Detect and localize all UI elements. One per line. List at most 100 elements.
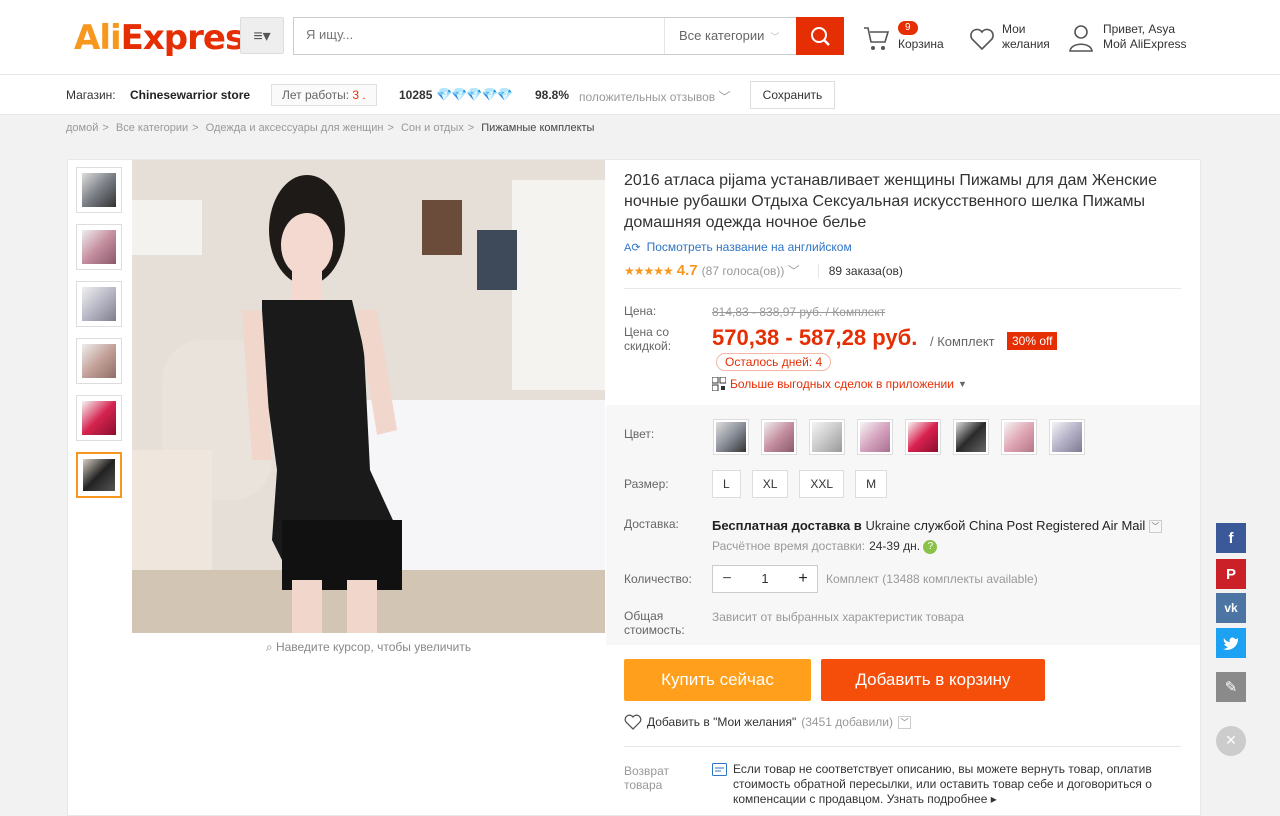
twitter-share-icon[interactable] bbox=[1216, 628, 1246, 658]
search-button[interactable] bbox=[796, 17, 844, 55]
size-options: L XL XXL M bbox=[712, 470, 888, 498]
total-label: Общая стоимость: bbox=[624, 609, 685, 637]
color-swatch-2[interactable] bbox=[761, 419, 797, 455]
add-to-cart-button[interactable]: Добавить в корзину bbox=[821, 659, 1045, 701]
wishlist-label-2: желания bbox=[1002, 37, 1050, 51]
cart-count-badge: 9 bbox=[898, 21, 918, 35]
breadcrumb-pajama-sets[interactable]: Пижамные комплекты bbox=[481, 122, 594, 134]
price-label: Цена: bbox=[624, 304, 657, 318]
color-swatch-8[interactable] bbox=[1049, 419, 1085, 455]
thumbnail-4[interactable] bbox=[76, 338, 122, 384]
quantity-available: Комплект (13488 комплекты available) bbox=[826, 572, 1038, 586]
account-greeting: Привет, Asya bbox=[1103, 22, 1176, 36]
chevron-down-icon[interactable]: ﹀ bbox=[898, 715, 912, 729]
chevron-down-icon: ﹀ bbox=[770, 32, 780, 42]
discount-price-label: Цена со скидкой: bbox=[624, 325, 672, 353]
heart-icon bbox=[970, 28, 994, 51]
category-menu-button[interactable]: ≡▾ bbox=[240, 17, 284, 54]
thumbnail-2[interactable] bbox=[76, 224, 122, 270]
translate-icon: A⟳ bbox=[624, 241, 641, 254]
heart-plus-icon bbox=[624, 714, 642, 730]
main-product-image[interactable] bbox=[132, 160, 605, 633]
quantity-increase-button[interactable]: + bbox=[789, 566, 817, 592]
votes-link[interactable]: (87 голоса(ов)) ﹀ bbox=[702, 262, 800, 279]
breadcrumb: домой > Все категории > Одежда и аксессуар… bbox=[66, 122, 595, 134]
account-link[interactable]: Привет, Asya Мой AliExpress bbox=[1068, 22, 1218, 56]
quantity-stepper: − 1 + bbox=[712, 565, 818, 593]
edit-pencil-icon[interactable]: ✎ bbox=[1216, 672, 1246, 702]
thumbnail-1[interactable] bbox=[76, 167, 122, 213]
category-select[interactable]: Все категории ﹀ bbox=[664, 18, 797, 54]
color-swatch-7[interactable] bbox=[1001, 419, 1037, 455]
breadcrumb-sleep-lounge[interactable]: Сон и отдых bbox=[401, 122, 464, 134]
color-swatch-6[interactable] bbox=[953, 419, 989, 455]
user-icon bbox=[1069, 25, 1093, 52]
thumbnail-5[interactable] bbox=[76, 395, 122, 441]
shipping-country[interactable]: Ukraine bbox=[865, 518, 910, 533]
shipping-info: Бесплатная доставка в Ukraine службой Ch… bbox=[712, 518, 1162, 534]
breadcrumb-all-categories[interactable]: Все категории bbox=[116, 122, 188, 134]
store-name[interactable]: Chinesewarrior store bbox=[130, 88, 250, 102]
search-input[interactable] bbox=[306, 27, 646, 42]
my-aliexpress-label: Мой AliExpress bbox=[1103, 37, 1187, 51]
size-option-m[interactable]: M bbox=[855, 470, 888, 498]
product-photo bbox=[132, 160, 605, 633]
thumbnail-3[interactable] bbox=[76, 281, 122, 327]
zoom-hint: ⌕ Наведите курсор, чтобы увеличить bbox=[265, 640, 472, 654]
breadcrumb-home[interactable]: домой bbox=[66, 122, 98, 134]
translate-title-link[interactable]: A⟳ Посмотреть название на английском bbox=[624, 240, 852, 254]
thumbnail-list bbox=[76, 167, 124, 509]
color-swatch-5[interactable] bbox=[905, 419, 941, 455]
vk-share-icon[interactable]: vk bbox=[1216, 593, 1246, 623]
breadcrumb-women-clothing[interactable]: Одежда и аксессуары для женщин bbox=[206, 122, 384, 134]
qr-code-icon bbox=[712, 377, 726, 391]
quantity-decrease-button[interactable]: − bbox=[713, 566, 741, 592]
top-header: AliExpress™ ≡▾ Все категории﹀ 9 Корзина … bbox=[0, 0, 1280, 75]
discount-price: 570,38 - 587,28 руб. bbox=[712, 325, 918, 350]
returns-policy: Если товар не соответствует описанию, вы… bbox=[733, 762, 1152, 806]
size-option-xl[interactable]: XL bbox=[751, 470, 789, 498]
shipping-dropdown-icon[interactable]: ﹀ bbox=[1148, 520, 1162, 534]
store-bar: Магазин: Chinesewarrior store Лет работы… bbox=[0, 75, 1280, 115]
shipping-label: Доставка: bbox=[624, 517, 679, 531]
color-swatch-3[interactable] bbox=[809, 419, 845, 455]
wishlist-label-1: Мои bbox=[1002, 22, 1026, 36]
rating-value: 4.7 bbox=[676, 262, 698, 279]
divider bbox=[624, 746, 1181, 747]
color-label: Цвет: bbox=[624, 427, 655, 441]
size-option-l[interactable]: L bbox=[712, 470, 741, 498]
wishlist-link[interactable]: Мои желания bbox=[968, 22, 1060, 56]
positive-feedback-percent: 98.8% bbox=[535, 88, 570, 102]
thumbnail-6-selected[interactable] bbox=[76, 452, 122, 498]
price-unit: / Комплект bbox=[930, 334, 995, 349]
buy-now-button[interactable]: Купить сейчас bbox=[624, 659, 811, 701]
save-store-button[interactable]: Сохранить bbox=[750, 81, 835, 109]
rating-row: ★★★★★ 4.7 (87 голоса(ов)) ﹀ 89 заказа(ов… bbox=[624, 262, 903, 279]
learn-more-link[interactable]: Узнать подробнее ▸ bbox=[887, 792, 997, 806]
search-box: Все категории﹀ bbox=[293, 17, 844, 55]
divider bbox=[624, 288, 1181, 289]
store-years-badge: Лет работы: 3 . bbox=[271, 84, 377, 106]
store-score: 10285 bbox=[399, 88, 433, 102]
cart-link[interactable]: 9 Корзина bbox=[862, 20, 952, 56]
days-left-badge: Осталось дней: 4 bbox=[716, 353, 832, 371]
diamond-rating-icon: 💎💎💎💎💎 bbox=[436, 87, 513, 102]
quantity-value[interactable]: 1 bbox=[741, 566, 789, 592]
size-option-xxl[interactable]: XXL bbox=[799, 470, 845, 498]
facebook-share-icon[interactable]: f bbox=[1216, 523, 1246, 553]
discount-badge: 30% off bbox=[1007, 332, 1058, 350]
pinterest-share-icon[interactable]: P bbox=[1216, 559, 1246, 589]
app-deals-link[interactable]: Больше выгодных сделок в приложении ▼ bbox=[712, 377, 967, 391]
add-to-wishlist-link[interactable]: Добавить в "Мои желания" (3451 добавили)… bbox=[624, 714, 912, 730]
cart-icon bbox=[864, 27, 890, 50]
color-swatch-4[interactable] bbox=[857, 419, 893, 455]
chevron-down-icon: ﹀ bbox=[718, 90, 731, 104]
star-rating-icon: ★★★★★ bbox=[624, 263, 674, 278]
positive-feedback-link[interactable]: положительных отзывов ﹀ bbox=[579, 88, 730, 105]
original-price: 814,83 - 838,97 руб. / Комплект bbox=[712, 305, 886, 319]
returns-label: Возврат товара bbox=[624, 764, 669, 792]
color-swatch-1[interactable] bbox=[713, 419, 749, 455]
close-share-bar-icon[interactable]: × bbox=[1216, 726, 1246, 756]
color-swatches bbox=[713, 419, 1085, 455]
help-icon[interactable]: ? bbox=[923, 539, 938, 554]
